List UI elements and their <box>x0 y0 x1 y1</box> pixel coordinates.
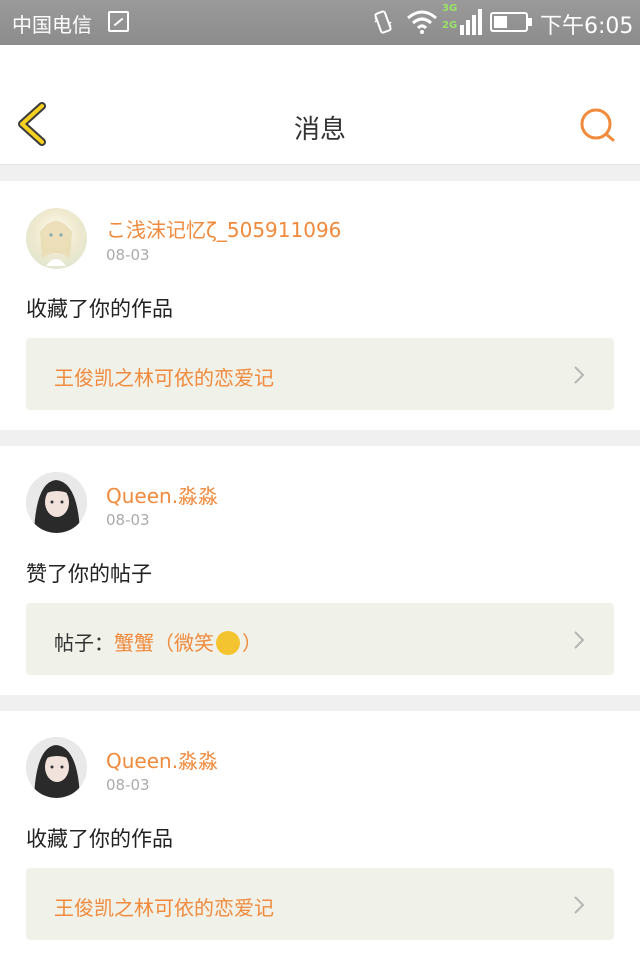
clock: 下午6:05 <box>540 14 634 39</box>
message-date: 08-03 <box>106 246 150 264</box>
avatar[interactable] <box>26 472 87 533</box>
work-link[interactable]: 王俊凯之林可依的恋爱记 <box>26 338 614 410</box>
post-link[interactable]: 帖子：蟹蟹（微笑 ） <box>26 603 614 675</box>
chevron-right-icon <box>574 896 585 914</box>
smile-emoji-icon <box>216 630 240 655</box>
user-name[interactable]: Queen.淼淼 <box>106 745 218 774</box>
message-action: 收藏了你的作品 <box>26 827 173 851</box>
work-title: 王俊凯之林可依的恋爱记 <box>54 896 274 920</box>
carrier-label: 中国电信 <box>12 13 92 37</box>
sim-icon <box>108 11 129 32</box>
chevron-right-icon <box>574 366 585 384</box>
post-text: 蟹蟹（微笑 <box>114 631 214 655</box>
avatar[interactable] <box>26 208 87 269</box>
message-date: 08-03 <box>106 776 150 794</box>
message-action: 收藏了你的作品 <box>26 297 173 321</box>
wifi-icon <box>407 10 437 34</box>
signal-icon <box>460 9 482 35</box>
post-title: 帖子：蟹蟹（微笑 ） <box>54 627 262 657</box>
search-icon[interactable] <box>578 107 616 143</box>
chevron-right-icon <box>574 631 585 649</box>
list-item: Queen.淼淼 08-03 收藏了你的作品 王俊凯之林可依的恋爱记 <box>0 711 640 953</box>
avatar[interactable] <box>26 737 87 798</box>
work-title: 王俊凯之林可依的恋爱记 <box>54 366 274 390</box>
post-suffix: ） <box>242 631 262 655</box>
message-action: 赞了你的帖子 <box>26 562 152 586</box>
status-bar: 中国电信 3G 2G 下午6:05 <box>0 0 640 45</box>
message-date: 08-03 <box>106 511 150 529</box>
vibrate-icon <box>374 10 392 34</box>
user-name[interactable]: Queen.淼淼 <box>106 480 218 509</box>
work-link[interactable]: 王俊凯之林可依的恋爱记 <box>26 868 614 940</box>
nav-bar: 消息 <box>0 45 640 165</box>
page-title: 消息 <box>293 115 346 145</box>
user-name[interactable]: こ浅沫记忆ζ_505911096 <box>106 214 341 243</box>
post-prefix: 帖子： <box>54 631 114 655</box>
list-item: Queen.淼淼 08-03 赞了你的帖子 帖子：蟹蟹（微笑 ） <box>0 446 640 695</box>
battery-icon <box>490 12 532 32</box>
list-item: こ浅沫记忆ζ_505911096 08-03 收藏了你的作品 王俊凯之林可依的恋… <box>0 181 640 430</box>
